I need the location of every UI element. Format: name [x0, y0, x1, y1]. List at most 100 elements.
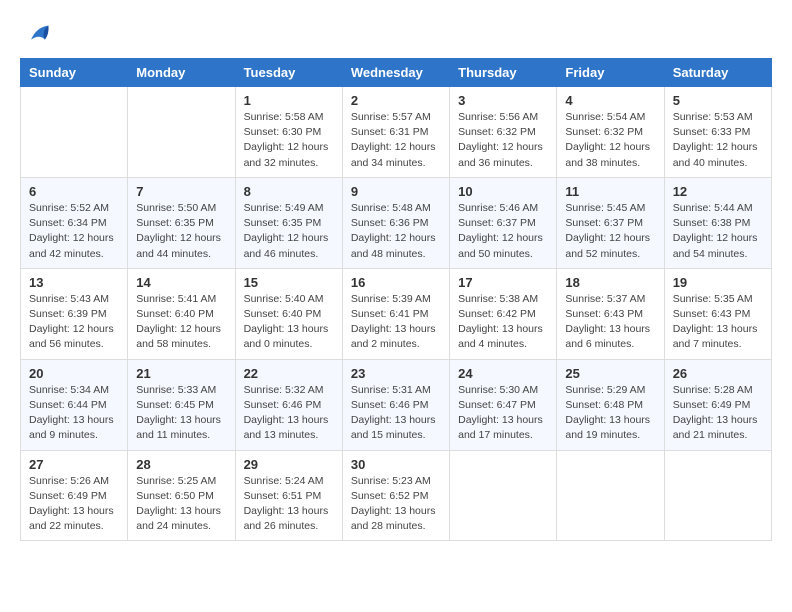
calendar-cell: 15 Sunrise: 5:40 AM Sunset: 6:40 PM Dayli… — [235, 268, 342, 359]
day-detail: Sunrise: 5:46 AM Sunset: 6:37 PM Dayligh… — [458, 201, 548, 262]
calendar-cell: 11 Sunrise: 5:45 AM Sunset: 6:37 PM Dayli… — [557, 177, 664, 268]
calendar-cell: 23Sunrise: 5:31 AM Sunset: 6:46 PM Dayli… — [342, 359, 449, 450]
weekday-header-friday: Friday — [557, 59, 664, 87]
weekday-header-wednesday: Wednesday — [342, 59, 449, 87]
weekday-header-saturday: Saturday — [664, 59, 771, 87]
calendar-cell: 29 Sunrise: 5:24 AM Sunset: 6:51 PM Dayli… — [235, 450, 342, 541]
header-area — [20, 20, 772, 48]
day-number: 8 — [244, 184, 334, 199]
calendar-week-row: 27 Sunrise: 5:26 AM Sunset: 6:49 PM Dayli… — [21, 450, 772, 541]
day-detail: Sunrise: 5:33 AM Sunset: 6:45 PM Dayligh… — [136, 383, 226, 444]
calendar-cell: 7 Sunrise: 5:50 AM Sunset: 6:35 PM Daylig… — [128, 177, 235, 268]
calendar-cell — [21, 87, 128, 178]
calendar-cell: 25Sunrise: 5:29 AM Sunset: 6:48 PM Dayli… — [557, 359, 664, 450]
day-detail: Sunrise: 5:45 AM Sunset: 6:37 PM Dayligh… — [565, 201, 655, 262]
day-detail: Sunrise: 5:57 AM Sunset: 6:31 PM Dayligh… — [351, 110, 441, 171]
calendar-cell: 5 Sunrise: 5:53 AM Sunset: 6:33 PM Daylig… — [664, 87, 771, 178]
calendar-cell: 20Sunrise: 5:34 AM Sunset: 6:44 PM Dayli… — [21, 359, 128, 450]
calendar-cell — [128, 87, 235, 178]
day-number: 10 — [458, 184, 548, 199]
day-number: 27 — [29, 457, 119, 472]
day-number: 3 — [458, 93, 548, 108]
weekday-header-thursday: Thursday — [450, 59, 557, 87]
day-number: 18 — [565, 275, 655, 290]
day-detail: Sunrise: 5:44 AM Sunset: 6:38 PM Dayligh… — [673, 201, 763, 262]
day-number: 17 — [458, 275, 548, 290]
day-detail: Sunrise: 5:37 AM Sunset: 6:43 PM Dayligh… — [565, 292, 655, 353]
calendar-cell: 6 Sunrise: 5:52 AM Sunset: 6:34 PM Daylig… — [21, 177, 128, 268]
day-detail: Sunrise: 5:24 AM Sunset: 6:51 PM Dayligh… — [244, 474, 334, 535]
calendar-cell — [664, 450, 771, 541]
day-detail: Sunrise: 5:32 AM Sunset: 6:46 PM Dayligh… — [244, 383, 334, 444]
day-detail: Sunrise: 5:31 AM Sunset: 6:46 PM Dayligh… — [351, 383, 441, 444]
calendar-cell: 4 Sunrise: 5:54 AM Sunset: 6:32 PM Daylig… — [557, 87, 664, 178]
day-number: 24 — [458, 366, 548, 381]
day-detail: Sunrise: 5:54 AM Sunset: 6:32 PM Dayligh… — [565, 110, 655, 171]
weekday-header-row: SundayMondayTuesdayWednesdayThursdayFrid… — [21, 59, 772, 87]
calendar-cell: 24 Sunrise: 5:30 AM Sunset: 6:47 PM Dayli… — [450, 359, 557, 450]
day-number: 19 — [673, 275, 763, 290]
day-number: 26 — [673, 366, 763, 381]
day-detail: Sunrise: 5:34 AM Sunset: 6:44 PM Dayligh… — [29, 383, 119, 444]
day-number: 4 — [565, 93, 655, 108]
day-number: 15 — [244, 275, 334, 290]
day-number: 13 — [29, 275, 119, 290]
day-detail: Sunrise: 5:48 AM Sunset: 6:36 PM Dayligh… — [351, 201, 441, 262]
day-detail: Sunrise: 5:23 AM Sunset: 6:52 PM Dayligh… — [351, 474, 441, 535]
calendar-cell: 12 Sunrise: 5:44 AM Sunset: 6:38 PM Dayli… — [664, 177, 771, 268]
day-detail: Sunrise: 5:49 AM Sunset: 6:35 PM Dayligh… — [244, 201, 334, 262]
calendar-cell: 1Sunrise: 5:58 AM Sunset: 6:30 PM Daylig… — [235, 87, 342, 178]
logo — [20, 20, 52, 48]
day-number: 6 — [29, 184, 119, 199]
calendar-cell: 26 Sunrise: 5:28 AM Sunset: 6:49 PM Dayli… — [664, 359, 771, 450]
weekday-header-sunday: Sunday — [21, 59, 128, 87]
calendar-cell: 9 Sunrise: 5:48 AM Sunset: 6:36 PM Daylig… — [342, 177, 449, 268]
day-detail: Sunrise: 5:29 AM Sunset: 6:48 PM Dayligh… — [565, 383, 655, 444]
logo-bird-icon — [24, 20, 52, 48]
day-number: 22 — [244, 366, 334, 381]
calendar-cell: 2 Sunrise: 5:57 AM Sunset: 6:31 PM Daylig… — [342, 87, 449, 178]
calendar-week-row: 1Sunrise: 5:58 AM Sunset: 6:30 PM Daylig… — [21, 87, 772, 178]
day-detail: Sunrise: 5:28 AM Sunset: 6:49 PM Dayligh… — [673, 383, 763, 444]
calendar-cell: 17 Sunrise: 5:38 AM Sunset: 6:42 PM Dayli… — [450, 268, 557, 359]
day-detail: Sunrise: 5:25 AM Sunset: 6:50 PM Dayligh… — [136, 474, 226, 535]
day-number: 5 — [673, 93, 763, 108]
day-detail: Sunrise: 5:52 AM Sunset: 6:34 PM Dayligh… — [29, 201, 119, 262]
calendar-cell: 27 Sunrise: 5:26 AM Sunset: 6:49 PM Dayli… — [21, 450, 128, 541]
day-number: 7 — [136, 184, 226, 199]
day-detail: Sunrise: 5:38 AM Sunset: 6:42 PM Dayligh… — [458, 292, 548, 353]
calendar-cell: 13 Sunrise: 5:43 AM Sunset: 6:39 PM Dayli… — [21, 268, 128, 359]
day-detail: Sunrise: 5:56 AM Sunset: 6:32 PM Dayligh… — [458, 110, 548, 171]
day-detail: Sunrise: 5:26 AM Sunset: 6:49 PM Dayligh… — [29, 474, 119, 535]
day-number: 9 — [351, 184, 441, 199]
calendar-week-row: 20Sunrise: 5:34 AM Sunset: 6:44 PM Dayli… — [21, 359, 772, 450]
calendar-cell: 8 Sunrise: 5:49 AM Sunset: 6:35 PM Daylig… — [235, 177, 342, 268]
day-detail: Sunrise: 5:50 AM Sunset: 6:35 PM Dayligh… — [136, 201, 226, 262]
day-number: 29 — [244, 457, 334, 472]
day-number: 12 — [673, 184, 763, 199]
calendar-cell — [450, 450, 557, 541]
weekday-header-tuesday: Tuesday — [235, 59, 342, 87]
day-number: 30 — [351, 457, 441, 472]
day-number: 21 — [136, 366, 226, 381]
day-number: 2 — [351, 93, 441, 108]
calendar-cell: 21 Sunrise: 5:33 AM Sunset: 6:45 PM Dayli… — [128, 359, 235, 450]
day-detail: Sunrise: 5:53 AM Sunset: 6:33 PM Dayligh… — [673, 110, 763, 171]
day-detail: Sunrise: 5:30 AM Sunset: 6:47 PM Dayligh… — [458, 383, 548, 444]
calendar-cell: 14 Sunrise: 5:41 AM Sunset: 6:40 PM Dayli… — [128, 268, 235, 359]
day-number: 11 — [565, 184, 655, 199]
calendar-table: SundayMondayTuesdayWednesdayThursdayFrid… — [20, 58, 772, 541]
day-detail: Sunrise: 5:43 AM Sunset: 6:39 PM Dayligh… — [29, 292, 119, 353]
calendar-cell: 30 Sunrise: 5:23 AM Sunset: 6:52 PM Dayli… — [342, 450, 449, 541]
day-detail: Sunrise: 5:40 AM Sunset: 6:40 PM Dayligh… — [244, 292, 334, 353]
calendar-cell: 22 Sunrise: 5:32 AM Sunset: 6:46 PM Dayli… — [235, 359, 342, 450]
calendar-cell — [557, 450, 664, 541]
day-number: 1 — [244, 93, 334, 108]
calendar-cell: 18 Sunrise: 5:37 AM Sunset: 6:43 PM Dayli… — [557, 268, 664, 359]
calendar-cell: 16Sunrise: 5:39 AM Sunset: 6:41 PM Dayli… — [342, 268, 449, 359]
calendar-body: 1Sunrise: 5:58 AM Sunset: 6:30 PM Daylig… — [21, 87, 772, 541]
day-detail: Sunrise: 5:41 AM Sunset: 6:40 PM Dayligh… — [136, 292, 226, 353]
day-number: 14 — [136, 275, 226, 290]
calendar-cell: 19Sunrise: 5:35 AM Sunset: 6:43 PM Dayli… — [664, 268, 771, 359]
calendar-cell: 3 Sunrise: 5:56 AM Sunset: 6:32 PM Daylig… — [450, 87, 557, 178]
